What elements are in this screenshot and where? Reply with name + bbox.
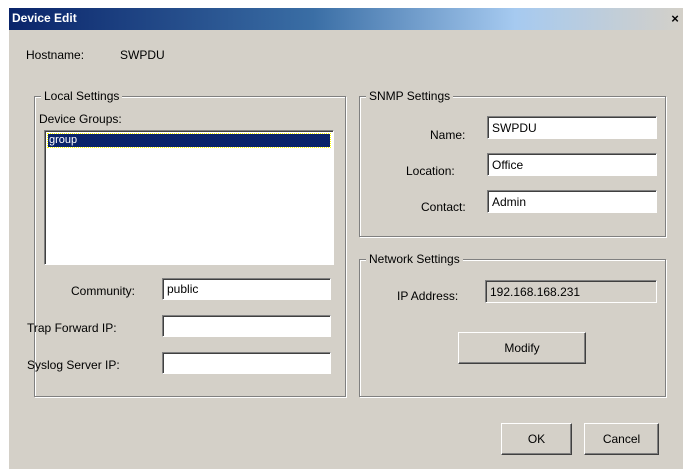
syslog-server-ip-input[interactable] (162, 352, 331, 374)
trap-forward-ip-input[interactable] (162, 315, 331, 337)
snmp-name-input[interactable] (487, 116, 657, 139)
ip-address-field (485, 280, 657, 303)
window-title: Device Edit (12, 11, 77, 25)
snmp-name-label: Name: (430, 128, 466, 142)
snmp-location-input[interactable] (487, 153, 657, 176)
cancel-button[interactable]: Cancel (584, 423, 659, 455)
list-item[interactable]: group (47, 133, 331, 148)
community-label: Community: (71, 284, 136, 298)
hostname-label: Hostname: (26, 48, 85, 62)
syslog-server-ip-label: Syslog Server IP: (27, 358, 120, 372)
device-groups-label: Device Groups: (39, 112, 122, 126)
trap-forward-ip-label: Trap Forward IP: (27, 321, 117, 335)
snmp-settings-legend: SNMP Settings (366, 89, 454, 103)
snmp-contact-label: Contact: (421, 200, 466, 214)
modify-button[interactable]: Modify (458, 332, 586, 364)
device-edit-dialog: Device Edit × Hostname: SWPDU Local Sett… (8, 7, 683, 469)
community-input[interactable] (162, 278, 331, 300)
ok-button[interactable]: OK (501, 423, 572, 455)
network-settings-legend: Network Settings (366, 252, 463, 266)
snmp-contact-input[interactable] (487, 190, 657, 213)
snmp-location-label: Location: (406, 164, 455, 178)
hostname-value: SWPDU (120, 48, 165, 62)
ip-address-label: IP Address: (397, 289, 459, 303)
title-bar[interactable]: Device Edit × (9, 8, 683, 30)
close-icon[interactable]: × (668, 11, 682, 27)
device-groups-listbox[interactable]: group (44, 130, 334, 265)
local-settings-legend: Local Settings (41, 89, 123, 103)
